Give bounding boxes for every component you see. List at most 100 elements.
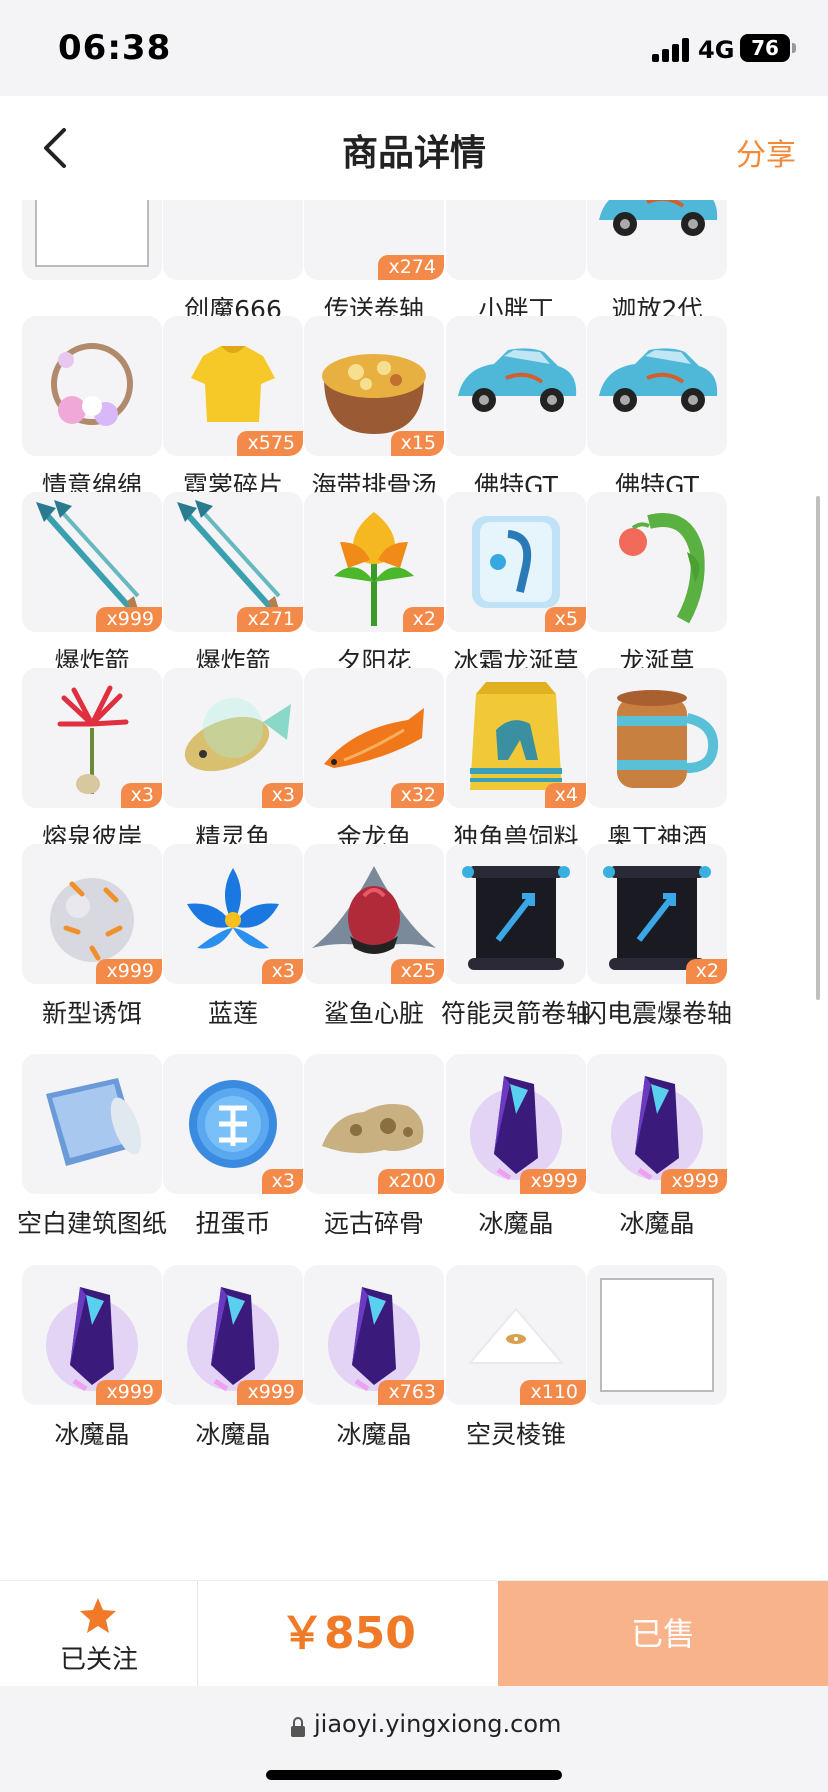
nav-bar: 商品详情 分享 <box>0 96 828 200</box>
dark-scroll-icon <box>462 866 570 970</box>
item-name: 闪电震爆卷轴 <box>581 999 732 1028</box>
item-quantity-badge: x999 <box>96 1380 162 1405</box>
battery-icon: 76 <box>740 34 790 62</box>
status-bar: 06:38 4G 76 <box>0 0 828 96</box>
item-thumbnail: x32 <box>304 668 444 808</box>
signal-icon <box>652 38 692 62</box>
red-box-icon <box>163 200 303 280</box>
status-time: 06:38 <box>58 28 172 68</box>
item-name: 鲨鱼心脏 <box>323 999 424 1028</box>
item-thumbnail: x999 <box>587 1054 727 1194</box>
item-grid: 创魔666 x274 传送卷轴 小胖丁 迦放2代 情意绵绵 x575 霓裳碎片 x15 海带排骨汤… <box>0 200 828 1580</box>
back-button[interactable] <box>36 126 76 170</box>
herb-icon <box>619 513 705 624</box>
item-thumbnail <box>446 316 586 456</box>
url-text: jiaoyi.yingxiong.com <box>314 1710 562 1738</box>
item-quantity-badge: x271 <box>237 607 303 632</box>
item-name: 冰魔晶 <box>195 1420 271 1449</box>
item-quantity-badge: x999 <box>520 1169 586 1194</box>
item-thumbnail: x999 <box>22 492 162 632</box>
cart-icon <box>446 200 586 280</box>
item-name: 冰魔晶 <box>336 1420 412 1449</box>
item-quantity-badge: x110 <box>520 1380 586 1405</box>
item-quantity-badge: x3 <box>261 783 303 808</box>
item-quantity-badge: x3 <box>261 1169 303 1194</box>
item-thumbnail <box>22 1054 162 1194</box>
item-thumbnail <box>587 200 727 280</box>
item-thumbnail <box>587 1265 727 1405</box>
item-thumbnail: x200 <box>304 1054 444 1194</box>
item-thumbnail: x999 <box>22 1265 162 1405</box>
item-quantity-badge: x999 <box>661 1169 727 1194</box>
item-name: 冰魔晶 <box>619 1209 695 1238</box>
item-quantity-badge: x25 <box>390 959 444 984</box>
blueprint-icon <box>46 1078 142 1166</box>
car-icon <box>599 200 718 236</box>
lock-icon <box>291 1717 305 1737</box>
item-quantity-badge: x5 <box>544 607 586 632</box>
item-thumbnail: x274 <box>304 200 444 280</box>
scrollbar[interactable] <box>816 496 820 1000</box>
share-button[interactable]: 分享 <box>736 130 796 174</box>
item-thumbnail <box>446 200 586 280</box>
item-thumbnail <box>587 316 727 456</box>
item-quantity-badge: x763 <box>378 1380 444 1405</box>
chevron-left-icon <box>44 128 66 168</box>
item-quantity-badge: x2 <box>402 607 444 632</box>
item-thumbnail: x999 <box>446 1054 586 1194</box>
battery-tip <box>792 43 796 53</box>
item-quantity-badge: x999 <box>237 1380 303 1405</box>
item-thumbnail <box>587 668 727 808</box>
item-thumbnail: x575 <box>163 316 303 456</box>
item-thumbnail: x3 <box>22 668 162 808</box>
item-name: 冰魔晶 <box>54 1420 130 1449</box>
item-quantity-badge: x15 <box>390 431 444 456</box>
item-quantity-badge: x999 <box>96 959 162 984</box>
item-thumbnail <box>163 200 303 280</box>
item-thumbnail <box>22 200 162 280</box>
item-thumbnail: x15 <box>304 316 444 456</box>
home-indicator <box>266 1770 562 1780</box>
blank-card-icon <box>35 200 149 267</box>
item-thumbnail: x25 <box>304 844 444 984</box>
follow-button[interactable]: 已关注 <box>0 1581 198 1687</box>
item-name: 新型诱饵 <box>41 999 142 1028</box>
item-thumbnail <box>446 844 586 984</box>
follow-label: 已关注 <box>59 1645 138 1675</box>
page-title: 商品详情 <box>341 133 486 174</box>
item-thumbnail: x3 <box>163 1054 303 1194</box>
sold-button[interactable]: 已售 <box>498 1581 828 1687</box>
item-quantity-badge: x999 <box>96 607 162 632</box>
item-thumbnail <box>587 492 727 632</box>
item-name: 符能灵箭卷轴 <box>440 999 591 1028</box>
mug-icon <box>617 690 719 788</box>
item-name: 空灵棱锥 <box>465 1420 566 1449</box>
item-thumbnail: x999 <box>22 844 162 984</box>
item-quantity-badge: x3 <box>261 959 303 984</box>
browser-url-bar[interactable]: jiaoyi.yingxiong.com <box>0 1686 828 1792</box>
item-name: 蓝莲 <box>207 999 258 1028</box>
item-quantity-badge: x274 <box>378 255 444 280</box>
item-name: 远古碎骨 <box>323 1209 424 1238</box>
item-name: 冰魔晶 <box>478 1209 554 1238</box>
item-quantity-badge: x2 <box>685 959 727 984</box>
item-thumbnail: x3 <box>163 668 303 808</box>
item-name: 扭蛋币 <box>195 1209 271 1238</box>
item-quantity-badge: x4 <box>544 783 586 808</box>
price: ￥850 <box>280 1608 416 1659</box>
flower-wreath-icon <box>51 343 133 426</box>
network-type: 4G <box>698 36 735 64</box>
item-quantity-badge: x200 <box>378 1169 444 1194</box>
car-icon <box>599 348 718 412</box>
item-quantity-badge: x3 <box>120 783 162 808</box>
item-thumbnail: x271 <box>163 492 303 632</box>
item-quantity-badge: x575 <box>237 431 303 456</box>
car-icon <box>458 348 577 412</box>
item-thumbnail: x2 <box>304 492 444 632</box>
item-quantity-badge: x32 <box>390 783 444 808</box>
item-thumbnail: x763 <box>304 1265 444 1405</box>
star-icon <box>80 1598 116 1633</box>
item-thumbnail: x999 <box>163 1265 303 1405</box>
item-thumbnail: x110 <box>446 1265 586 1405</box>
item-thumbnail: x3 <box>163 844 303 984</box>
